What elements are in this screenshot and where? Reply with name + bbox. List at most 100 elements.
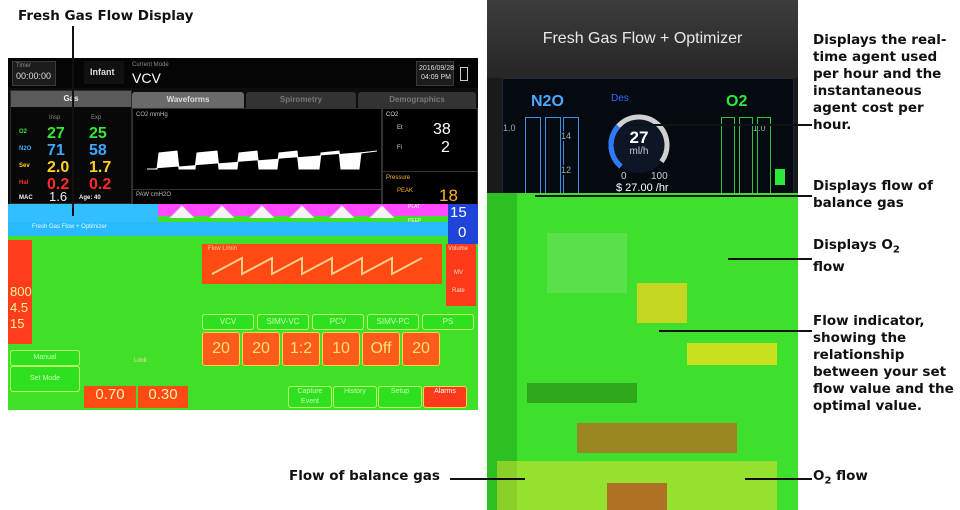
leader-balance-gas-flow [535,195,812,197]
tab-spirometry[interactable]: Spirometry [246,92,356,108]
corrupted-region [487,193,798,510]
mac-value: 1.6 [49,189,68,204]
setting-button[interactable]: Off [362,332,400,366]
set-mode-button[interactable]: Set Mode [10,366,80,392]
des-label: Des [611,93,629,104]
gas-insp-value: 71 [47,142,65,159]
gauge-max: 100 [651,171,668,182]
gas-exp-value: 0.2 [89,176,112,193]
top-bar: Timer 00:00:00 Infant Current Mode VCV 2… [8,58,478,88]
leader-flow-of-balance-gas [450,478,525,480]
tick-12: 12 [561,165,572,175]
o2-flow-subscript: 2 [892,244,900,256]
tab-waveforms[interactable]: Waveforms [132,92,244,108]
tab-demographics[interactable]: Demographics [358,92,476,108]
flow-value-1[interactable]: 0.70 [84,386,136,408]
gas-panel: Gas Insp Exp O2 27 25 N2O 71 58 Sev 2.0 1.7 Hal 0.… [10,90,132,204]
date: 2016/09/28 [419,65,455,72]
o2-label-text: O [813,468,825,484]
gas-insp-value: 27 [47,125,65,142]
callout-fresh-gas-flow-display: Fresh Gas Flow Display [18,8,194,24]
mode-label: Current Mode [132,62,169,68]
n2o-flow-tube-3 [563,117,579,196]
o2-label-suffix: flow [831,468,868,484]
tick-14: 14 [561,131,572,141]
et-value: 38 [433,121,451,138]
left-number-1: 800 [10,284,32,299]
mode-button[interactable]: PCV [312,314,364,330]
fi-label: Fi [397,145,402,151]
callout-balance-gas-flow: Displays flow of balance gas [813,178,933,211]
fresh-gas-flow-optimizer-screen: Fresh Gas Flow + Optimizer N2O Des O2 1.… [487,0,798,510]
mode-button[interactable]: SIMV-PC [367,314,419,330]
optimizer-title-bar: Fresh Gas Flow + Optimizer [487,0,798,78]
et-label: Et [397,125,403,131]
setting-button[interactable]: 1:2 [282,332,320,366]
setting-button[interactable]: 20 [402,332,440,366]
glitch-band [547,233,627,293]
gas-tab[interactable]: Gas [11,91,131,107]
patient-type-button[interactable]: Infant [84,61,124,84]
bottom-button[interactable]: History [333,386,377,408]
setting-button[interactable]: 10 [322,332,360,366]
gas-exp-value: 25 [89,125,107,142]
peak-label: PEAK [397,188,414,194]
paw-label: PAW cmH2O [136,192,172,198]
optimizer-title: Fresh Gas Flow + Optimizer [542,30,743,47]
leader-fresh-gas [72,26,74,216]
exp-label: Exp [91,115,102,121]
co2-values-box: CO2 Et Fi 38 2 [382,108,478,172]
glitch-band [607,483,667,510]
callout-flow-indicator: Flow indicator, showing the relationship… [813,313,954,414]
timer-label: Timer [16,63,32,69]
bottom-button[interactable]: Capture Event [288,386,332,408]
n2o-scale-label: 1.0 [503,123,516,133]
left-number-3: 15 [10,316,25,331]
timer-box[interactable]: Timer 00:00:00 [12,61,56,86]
co2-label: CO2 [386,112,399,118]
mv-label: MV [454,270,463,276]
peak-value: 18 [439,186,458,205]
setting-button[interactable]: 20 [242,332,280,366]
date-time-box[interactable]: 2016/09/28 04:09 PM [416,61,454,86]
glitch-band [687,343,777,365]
patient-type: Infant [90,67,115,77]
peep-value: 0 [458,224,467,241]
corrupted-region: 15 0 PLAT PEEP Fresh Gas Flow + Optimize… [8,204,478,410]
mode-button[interactable]: SIMV-VC [257,314,309,330]
volume-box: Volume MV Rate [446,244,476,306]
o2-flow-tube-3 [757,117,771,196]
gas-name: O2 [19,129,28,135]
bottom-button[interactable]: Setup [378,386,422,408]
leader-o2-flow-bottom [745,478,812,480]
o2-indicator [775,169,785,185]
mac-label: MAC [19,195,33,201]
n2o-label: N2O [531,93,564,110]
gas-exp-value: 1.7 [89,159,112,176]
bottom-button[interactable]: Alarms [423,386,467,408]
mode-button[interactable]: PS [422,314,474,330]
anesthesia-main-screen: Timer 00:00:00 Infant Current Mode VCV 2… [8,58,478,410]
flow-value-2[interactable]: 0.30 [138,386,188,408]
setting-button[interactable]: 20 [202,332,240,366]
gauge-min: 0 [621,171,627,182]
pressure-box: Pressure PEAK 18 [382,171,478,208]
battery-icon [460,67,468,81]
pressure-label: Pressure [386,175,411,181]
leader-flow-indicator [659,330,812,332]
flow-panel: N2O Des O2 1.0 1.0 14 12 27 ml/h 0 100 $… [502,78,794,196]
callout-agent-cost: Displays the real-time agent used per ho… [813,32,947,133]
left-number-2: 4.5 [10,300,29,315]
co2-wave-trace [147,150,378,170]
glitch-band [637,283,687,323]
gas-name: Sev [19,163,30,169]
mode-button[interactable]: VCV [202,314,254,330]
glitch-band [527,383,637,403]
callout-flow-of-balance-gas: Flow of balance gas [289,468,440,484]
optimizer-bar-label: Fresh Gas Flow + Optimizer [32,224,107,230]
manual-button[interactable]: Manual [10,350,80,366]
o2-flow-suffix: flow [813,258,845,275]
leader-o2-flow [728,258,812,260]
o2-flow-text: Displays O [813,237,893,253]
current-mode: VCV [132,70,161,86]
